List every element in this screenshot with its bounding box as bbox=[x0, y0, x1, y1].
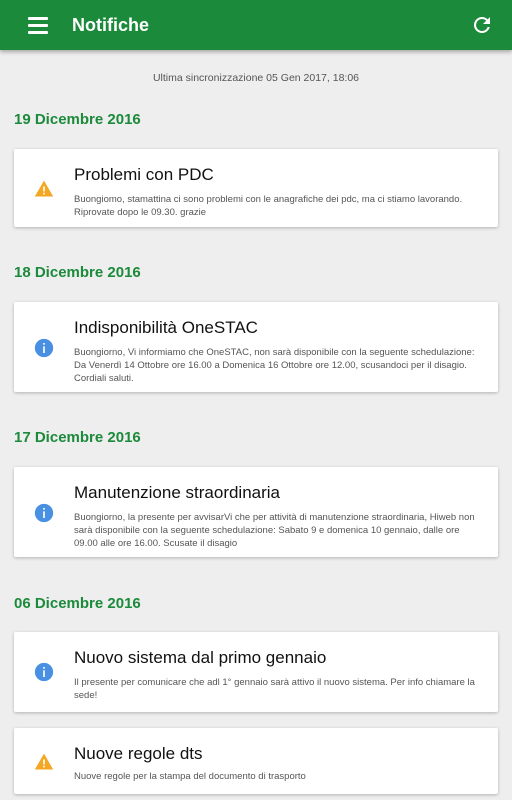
info-icon bbox=[34, 338, 54, 358]
last-sync-text: Ultima sincronizzazione 05 Gen 2017, 18:… bbox=[152, 72, 360, 84]
date-header: 06 Dicembre 2016 bbox=[14, 595, 141, 612]
notification-card[interactable]: Nuove regole dts Nuove regole per la sta… bbox=[14, 728, 498, 794]
warning-icon bbox=[34, 180, 54, 197]
date-header: 17 Dicembre 2016 bbox=[14, 429, 141, 446]
menu-button[interactable] bbox=[24, 14, 52, 38]
refresh-icon bbox=[474, 17, 490, 33]
warning-icon bbox=[34, 753, 54, 770]
notification-title: Nuove regole dts bbox=[74, 744, 203, 763]
notification-body: Nuove regole per la stampa del documento… bbox=[74, 771, 306, 782]
notification-body: Il presente per comunicare che adl 1° ge… bbox=[74, 677, 475, 701]
notification-card[interactable]: Manutenzione straordinaria Buongiorno, l… bbox=[14, 467, 498, 557]
notification-title: Nuovo sistema dal primo gennaio bbox=[74, 648, 327, 667]
date-header: 18 Dicembre 2016 bbox=[14, 264, 141, 281]
notification-card[interactable]: Problemi con PDC Buongiomo, stamattina c… bbox=[14, 149, 498, 227]
notification-body: Buongiomo, stamattina ci sono problemi c… bbox=[74, 194, 463, 218]
notification-card[interactable]: Indisponibilità OneSTAC Buongiorno, Vi i… bbox=[14, 302, 498, 392]
notification-title: Indisponibilità OneSTAC bbox=[74, 318, 258, 337]
hamburger-menu-icon bbox=[24, 14, 52, 38]
refresh-button[interactable] bbox=[470, 13, 494, 37]
notification-body: Buongiorno, la presente per avvisarVi ch… bbox=[74, 512, 475, 549]
date-header: 19 Dicembre 2016 bbox=[14, 111, 141, 128]
notification-title: Problemi con PDC bbox=[74, 165, 214, 184]
info-icon bbox=[34, 503, 54, 523]
page-title: Notifiche bbox=[72, 15, 150, 35]
info-icon bbox=[34, 662, 54, 682]
app-bar: Notifiche bbox=[0, 0, 512, 50]
notification-card[interactable]: Nuovo sistema dal primo gennaio Il prese… bbox=[14, 632, 498, 712]
notification-body: Buongiorno, Vi informiamo che OneSTAC, n… bbox=[74, 347, 475, 384]
notification-title: Manutenzione straordinaria bbox=[74, 483, 281, 502]
